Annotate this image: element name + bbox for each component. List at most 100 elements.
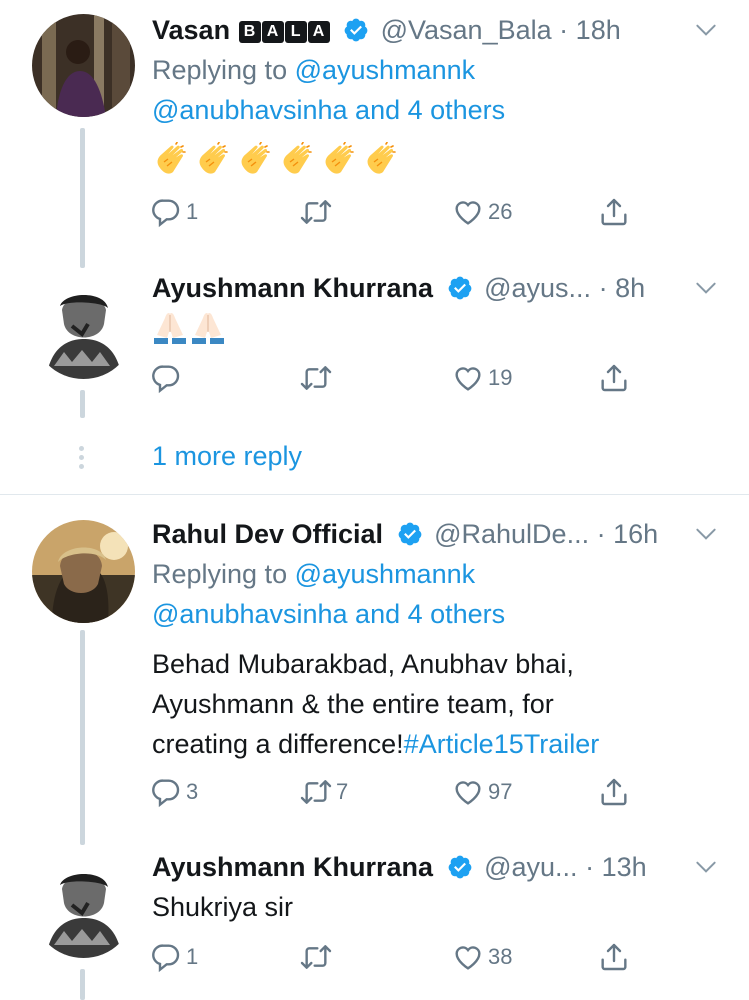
tweet-time[interactable]: 16h xyxy=(613,519,658,549)
tweet-actions: 19 xyxy=(150,358,650,398)
tweet-body: Shukriya sir xyxy=(152,892,294,922)
share-icon xyxy=(598,776,630,808)
tweet-body: Behad Mubarakbad, Anubhav bhai, Ayushman… xyxy=(152,644,712,764)
clapping-hands-icon xyxy=(152,142,188,178)
chevron-down-icon[interactable] xyxy=(693,847,719,887)
tweet-body-emoji xyxy=(152,306,712,346)
badge-letter: B xyxy=(238,21,261,43)
share-button[interactable] xyxy=(598,937,630,977)
reply-button[interactable] xyxy=(150,358,186,398)
author-handle[interactable]: @Vasan_Bala xyxy=(381,15,552,45)
retweet-icon xyxy=(300,941,332,973)
body-line: creating a difference!#Article15Trailer xyxy=(152,724,712,764)
author-name[interactable]: Ayushmann Khurrana xyxy=(152,852,433,882)
retweet-button[interactable] xyxy=(300,937,336,977)
verified-badge-icon xyxy=(447,854,473,880)
replying-user-link[interactable]: @ayushmannk xyxy=(295,559,476,589)
folded-hands-icon xyxy=(190,310,226,346)
author-name[interactable]: Vasan xyxy=(152,15,230,45)
share-button[interactable] xyxy=(598,772,630,812)
tweet-vasan-bala[interactable]: Vasan BALA @Vasan_Bala · 18h Replying to… xyxy=(0,0,749,270)
author-handle[interactable]: @ayu... xyxy=(484,852,577,882)
verified-badge-icon xyxy=(447,275,473,301)
tweet-actions: 1 26 xyxy=(150,192,650,232)
retweet-count: 7 xyxy=(336,779,349,804)
thread-line xyxy=(80,390,85,418)
folded-hands-icon xyxy=(152,310,188,346)
like-button[interactable]: 97 xyxy=(452,772,512,812)
separator-dot: · xyxy=(598,273,608,303)
thread-line xyxy=(80,969,85,1000)
more-replies-link[interactable]: 1 more reply xyxy=(152,436,302,476)
badge-letter: A xyxy=(261,21,284,43)
avatar[interactable] xyxy=(32,855,135,958)
tweet-time[interactable]: 18h xyxy=(576,15,621,45)
hashtag-link[interactable]: #Article15Trailer xyxy=(404,729,600,759)
reply-count: 1 xyxy=(186,199,199,224)
heart-icon xyxy=(452,941,484,973)
like-count: 38 xyxy=(488,944,513,969)
author-handle[interactable]: @ayus... xyxy=(484,273,591,303)
reply-button[interactable]: 1 xyxy=(150,937,198,977)
clapping-hands-icon xyxy=(236,142,272,178)
like-button[interactable]: 26 xyxy=(452,192,512,232)
avatar[interactable] xyxy=(32,14,135,117)
like-button[interactable]: 19 xyxy=(452,358,512,398)
thread-divider xyxy=(0,494,749,495)
verified-badge-icon xyxy=(397,521,423,547)
tweet-actions: 3 7 97 xyxy=(150,772,650,812)
tweet-rahul-dev[interactable]: Rahul Dev Official @RahulDe... · 16h Rep… xyxy=(0,500,749,845)
like-button[interactable]: 38 xyxy=(452,937,512,977)
reply-icon xyxy=(150,941,182,973)
badge-letter: A xyxy=(307,21,330,43)
share-button[interactable] xyxy=(598,358,630,398)
avatar[interactable] xyxy=(32,276,135,379)
body-line: Behad Mubarakbad, Anubhav bhai, xyxy=(152,649,574,679)
thread-line xyxy=(80,630,85,845)
replying-user-link[interactable]: @ayushmannk xyxy=(295,55,476,85)
retweet-icon xyxy=(300,362,332,394)
badge-letter: L xyxy=(284,21,307,43)
tweet-ayushmann-reply-2[interactable]: Ayushmann Khurrana @ayu... · 13h Shukriy… xyxy=(0,845,749,1000)
thread-line xyxy=(80,128,85,268)
heart-icon xyxy=(452,196,484,228)
chevron-down-icon[interactable] xyxy=(693,268,719,308)
reply-icon xyxy=(150,362,182,394)
author-name[interactable]: Ayushmann Khurrana xyxy=(152,273,433,303)
retweet-button[interactable] xyxy=(300,192,336,232)
name-badges: BALA xyxy=(238,15,338,45)
author-name[interactable]: Rahul Dev Official xyxy=(152,519,383,549)
share-button[interactable] xyxy=(598,192,630,232)
reply-button[interactable]: 1 xyxy=(150,192,198,232)
thread-dots xyxy=(78,446,86,473)
replying-others-link[interactable]: @anubhavsinha and 4 others xyxy=(152,90,505,130)
reply-button[interactable]: 3 xyxy=(150,772,198,812)
heart-icon xyxy=(452,776,484,808)
tweet-body-emoji xyxy=(152,138,712,178)
tweet-header: Rahul Dev Official @RahulDe... · 16h xyxy=(152,514,719,554)
tweet-header: Vasan BALA @Vasan_Bala · 18h xyxy=(152,10,719,50)
like-count: 19 xyxy=(488,365,513,390)
retweet-button[interactable]: 7 xyxy=(300,772,348,812)
clapping-hands-icon xyxy=(194,142,230,178)
replying-to: Replying to @ayushmannk xyxy=(152,50,475,90)
tweet-ayushmann-reply-1[interactable]: Ayushmann Khurrana @ayus... · 8h 19 xyxy=(0,266,749,426)
body-text: creating a difference! xyxy=(152,729,404,759)
like-count: 97 xyxy=(488,779,513,804)
tweet-time[interactable]: 13h xyxy=(602,852,647,882)
tweet-time[interactable]: 8h xyxy=(615,273,645,303)
chevron-down-icon[interactable] xyxy=(693,514,719,554)
share-icon xyxy=(598,196,630,228)
heart-icon xyxy=(452,362,484,394)
tweet-header: Ayushmann Khurrana @ayus... · 8h xyxy=(152,268,719,308)
replying-others-link[interactable]: @anubhavsinha and 4 others xyxy=(152,594,505,634)
clapping-hands-icon xyxy=(362,142,398,178)
tweet-header: Ayushmann Khurrana @ayu... · 13h xyxy=(152,847,719,887)
retweet-button[interactable] xyxy=(300,358,336,398)
avatar[interactable] xyxy=(32,520,135,623)
share-icon xyxy=(598,362,630,394)
verified-badge-icon xyxy=(343,17,369,43)
chevron-down-icon[interactable] xyxy=(693,10,719,50)
replying-prefix: Replying to xyxy=(152,559,288,589)
author-handle[interactable]: @RahulDe... xyxy=(434,519,589,549)
